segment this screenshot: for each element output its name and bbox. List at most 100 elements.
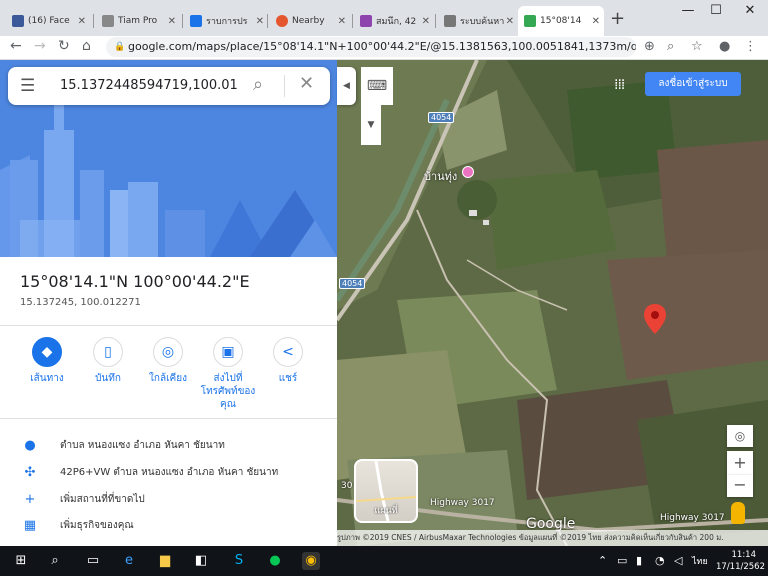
map-attribution: รูปภาพ ©2019 CNES / AirbusMaxar Technolo… — [337, 530, 768, 546]
add-business-text: เพิ่มธุรกิจของคุณ — [60, 519, 134, 531]
new-tab-button[interactable]: + — [610, 8, 625, 29]
menu-dots-icon[interactable]: ⋮ — [744, 39, 757, 54]
close-icon[interactable]: ✕ — [422, 16, 430, 27]
tab-tiam[interactable]: Tiam Pro ✕ — [96, 6, 180, 36]
zoom-out-button[interactable]: − — [727, 475, 753, 497]
battery-icon[interactable]: ▮ — [636, 554, 642, 567]
close-icon[interactable]: ✕ — [256, 16, 264, 27]
network-icon[interactable]: ▭ — [617, 554, 627, 567]
sign-in-button[interactable]: ลงชื่อเข้าสู่ระบบ — [645, 72, 741, 96]
language-indicator[interactable]: ไทย — [692, 554, 708, 568]
file-explorer-icon[interactable]: ▆ — [156, 552, 174, 570]
share-button[interactable]: < แชร์ — [258, 337, 318, 385]
search-input[interactable]: 15.1372448594719,100.0122704 — [60, 78, 238, 93]
road-shield: 4054 — [339, 278, 366, 289]
windows-start-icon[interactable]: ⊞ — [12, 552, 30, 570]
plus-code-row[interactable]: ✣ 42P6+VW ตำบล หนองแซง อำเภอ หันคา ชัยนา… — [20, 462, 279, 482]
add-business-icon: ▦ — [23, 517, 37, 533]
edge-icon[interactable]: e — [120, 552, 138, 570]
tray-chevron-icon[interactable]: ⌃ — [598, 554, 607, 567]
save-button[interactable]: ▯ บันทึก — [78, 337, 138, 385]
reload-button[interactable]: ↻ — [58, 38, 70, 54]
apps-grid-icon[interactable]: ⁞⁞⁞ — [614, 77, 625, 93]
plus-code-text: 42P6+VW ตำบล หนองแซง อำเภอ หันคา ชัยนาท — [60, 466, 279, 478]
chrome-icon[interactable]: ◉ — [302, 552, 320, 570]
home-button[interactable]: ⌂ — [82, 38, 91, 54]
close-icon[interactable]: ✕ — [168, 16, 176, 27]
directions-button[interactable]: ◆ เส้นทาง — [17, 337, 77, 385]
search-icon[interactable]: ⌕ — [253, 74, 263, 95]
skype-icon[interactable]: S — [230, 552, 248, 570]
location-pin-marker[interactable] — [644, 304, 666, 334]
place-hero-illustration: ☰ 15.1372448594719,100.0122704 ⌕ ✕ — [0, 60, 337, 257]
system-clock[interactable]: 11:14 17/11/2562 — [716, 549, 765, 573]
search-icon[interactable]: ⌕ — [46, 552, 64, 570]
address-row[interactable]: ● ตำบล หนองแซง อำเภอ หันคา ชัยนาท — [20, 435, 225, 455]
input-tools-dropdown[interactable]: ▼ — [361, 105, 381, 145]
wifi-icon[interactable]: ◔ — [655, 554, 665, 567]
close-icon[interactable]: ✕ — [592, 16, 600, 27]
clear-search-icon[interactable]: ✕ — [299, 73, 314, 94]
back-button[interactable]: ← — [10, 38, 22, 54]
tab-search-system[interactable]: ระบบค้นหา ✕ — [438, 6, 518, 36]
pegman-icon[interactable] — [731, 502, 745, 524]
keyboard-icon[interactable]: ⌨ — [361, 67, 393, 105]
road-label: 30 — [341, 481, 353, 491]
action-label: ส่งไปที่โทรศัพท์ของคุณ — [200, 373, 256, 410]
store-icon[interactable]: ◧ — [192, 552, 210, 570]
tab-divider — [93, 14, 94, 28]
divider — [0, 418, 337, 419]
browser-toolbar: ← → ↻ ⌂ 🔒 google.com/maps/place/15°08'14… — [0, 36, 768, 60]
close-icon[interactable]: ✕ — [78, 16, 86, 27]
add-business-row[interactable]: ▦ เพิ่มธุรกิจของคุณ — [20, 515, 134, 535]
forward-button[interactable]: → — [34, 38, 46, 54]
profile-avatar[interactable]: ● — [719, 39, 730, 54]
highway-label: Highway 3017 — [660, 513, 725, 523]
close-icon[interactable]: ✕ — [506, 16, 514, 27]
place-decimal-coords: 15.137245, 100.012271 — [20, 297, 141, 308]
place-panel: ☰ 15.1372448594719,100.0122704 ⌕ ✕ 15°08… — [0, 60, 337, 546]
add-missing-place-row[interactable]: + เพิ่มสถานที่ที่ขาดไป — [20, 489, 145, 509]
line-icon[interactable]: ● — [266, 552, 284, 570]
windows-taskbar: ⊞ ⌕ ▭ e ▆ ◧ S ● ◉ ⌃ ▭ ▮ ◔ ◁ ไทย 11:14 17… — [0, 546, 768, 576]
village-label[interactable]: บ้านทุ่ง — [424, 167, 457, 185]
send-to-phone-icon: ▣ — [213, 337, 243, 367]
location-pin-icon: ● — [24, 437, 36, 453]
document-icon — [444, 15, 456, 27]
place-marker-icon[interactable] — [462, 166, 474, 178]
tab-thai-site[interactable]: ราบการปร ✕ — [184, 6, 268, 36]
tab-title: Tiam Pro — [118, 16, 158, 26]
nearby-icon: ◎ — [153, 337, 183, 367]
map-layer-label: แผนที่ — [374, 506, 398, 516]
bookmark-star-icon[interactable]: ☆ — [691, 39, 703, 54]
address-text: ตำบล หนองแซง อำเภอ หันคา ชัยนาท — [60, 439, 225, 451]
my-location-button[interactable]: ◎ — [727, 425, 753, 447]
map-layer-toggle[interactable]: แผนที่ — [354, 459, 418, 523]
volume-icon[interactable]: ◁ — [674, 554, 682, 567]
clock-time: 11:14 — [731, 550, 757, 560]
lock-icon: 🔒 — [114, 42, 126, 52]
collapse-panel-button[interactable]: ◀ — [337, 67, 356, 105]
add-place-icon: + — [24, 491, 36, 507]
window-close-button[interactable]: ✕ — [730, 0, 768, 24]
send-to-phone-button[interactable]: ▣ ส่งไปที่โทรศัพท์ของคุณ — [198, 337, 258, 411]
tab-google-maps[interactable]: 15°08'14 ✕ — [518, 6, 604, 36]
zoom-icon[interactable]: ⌕ — [667, 39, 674, 54]
attribution-text: รูปภาพ ©2019 CNES / AirbusMaxar Technolo… — [337, 533, 724, 542]
facebook-icon — [12, 15, 24, 27]
tab-facebook[interactable]: (16) Face ✕ — [6, 6, 90, 36]
action-label: บันทึก — [95, 373, 121, 384]
address-bar[interactable]: 🔒 google.com/maps/place/15°08'14.1"N+100… — [106, 37, 636, 57]
install-icon[interactable]: ⊕ — [644, 39, 655, 54]
close-icon[interactable]: ✕ — [338, 16, 346, 27]
tab-nearby[interactable]: Nearby ✕ — [270, 6, 350, 36]
zoom-in-button[interactable]: + — [727, 451, 753, 475]
browser-tab-bar: (16) Face ✕ Tiam Pro ✕ ราบการปร ✕ Nearby… — [0, 0, 768, 36]
chat-icon — [360, 15, 372, 27]
nearby-button[interactable]: ◎ ใกล้เคียง — [138, 337, 198, 385]
search-box[interactable]: ☰ 15.1372448594719,100.0122704 ⌕ ✕ — [8, 67, 330, 105]
tab-contact[interactable]: สมนึก, 42 ✕ — [354, 6, 434, 36]
task-view-icon[interactable]: ▭ — [84, 552, 102, 570]
place-title: 15°08'14.1"N 100°00'44.2"E — [20, 272, 250, 291]
hamburger-menu-icon[interactable]: ☰ — [20, 76, 35, 96]
